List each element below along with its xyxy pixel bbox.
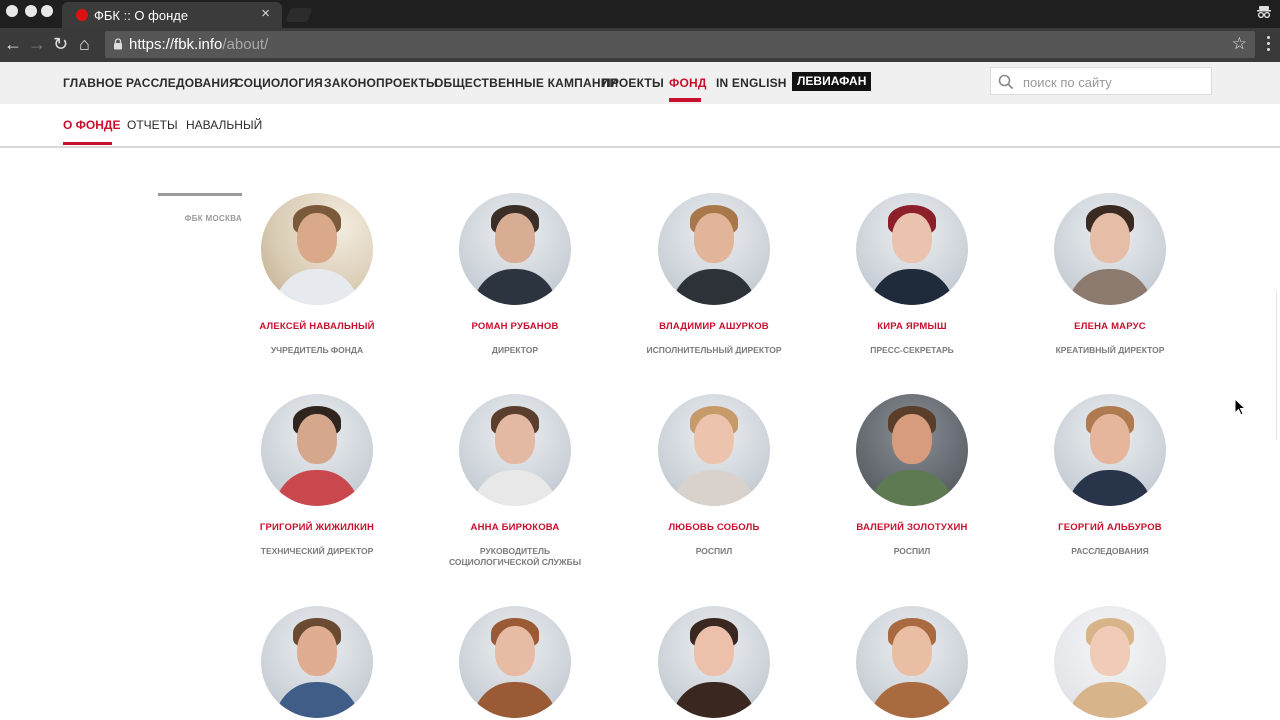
browser-menu-icon[interactable] (1267, 36, 1271, 54)
team-card[interactable]: ВАЛЕРИЙ ЗОЛОТУХИН РОСПИЛ (832, 394, 992, 557)
nav-item-fund[interactable]: ФОНД (669, 76, 707, 90)
nav-item-projects[interactable]: ПРОЕКТЫ (602, 76, 664, 90)
team-card[interactable]: АЛЕКСЕЙ НАВАЛЬНЫЙ УЧРЕДИТЕЛЬ ФОНДА (237, 193, 397, 356)
team-card[interactable]: ГЕОРГИЙ АЛЬБУРОВ РАССЛЕДОВАНИЯ (1030, 394, 1190, 557)
subnav-item-navalny[interactable]: НАВАЛЬНЫЙ (186, 118, 262, 132)
team-card[interactable]: ВЛАДИМИР АШУРКОВ ИСПОЛНИТЕЛЬНЫЙ ДИРЕКТОР (634, 193, 794, 356)
home-icon[interactable]: ⌂ (79, 34, 90, 54)
avatar (459, 193, 571, 305)
member-role: ИСПОЛНИТЕЛЬНЫЙ ДИРЕКТОР (646, 345, 782, 355)
team-card[interactable]: РОМАН РУБАНОВ ДИРЕКТОР (435, 193, 595, 356)
avatar (1054, 606, 1166, 718)
member-name[interactable]: ВАЛЕРИЙ ЗОЛОТУХИН (832, 522, 992, 533)
member-role: УЧРЕДИТЕЛЬ ФОНДА (270, 345, 364, 355)
member-role: РУКОВОДИТЕЛЬ СОЦИОЛОГИЧЕСКОЙ СЛУЖБЫ (448, 546, 582, 567)
avatar (856, 193, 968, 305)
url-path: /about/ (222, 36, 269, 53)
subnav-item-about[interactable]: О ФОНДЕ (63, 118, 120, 132)
incognito-icon (1257, 6, 1271, 19)
team-card[interactable]: КИРА ЯРМЫШ ПРЕСС-СЕКРЕТАРЬ (832, 193, 992, 356)
team-card[interactable] (634, 606, 794, 718)
bookmark-star-icon[interactable]: ☆ (1232, 34, 1247, 54)
address-bar[interactable]: https://fbk.info/about/ ☆ (105, 31, 1255, 58)
member-role: РОСПИЛ (893, 546, 931, 556)
member-name[interactable]: ВЛАДИМИР АШУРКОВ (634, 321, 794, 332)
nav-item-home[interactable]: ГЛАВНОЕ (63, 76, 123, 90)
avatar (1054, 394, 1166, 506)
member-name[interactable]: ГЕОРГИЙ АЛЬБУРОВ (1030, 522, 1190, 533)
avatar (856, 394, 968, 506)
team-card[interactable]: ЛЮБОВЬ СОБОЛЬ РОСПИЛ (634, 394, 794, 557)
team-card[interactable] (435, 606, 595, 718)
tab-title: ФБК :: О фонде (94, 8, 189, 23)
nav-item-bills[interactable]: ЗАКОНОПРОЕКТЫ (324, 76, 438, 90)
team-card[interactable]: АННА БИРЮКОВА РУКОВОДИТЕЛЬ СОЦИОЛОГИЧЕСК… (435, 394, 595, 568)
sidebar-divider (158, 193, 242, 196)
lock-icon (114, 38, 122, 50)
member-name[interactable]: ЕЛЕНА МАРУС (1030, 321, 1190, 332)
member-name[interactable]: АННА БИРЮКОВА (435, 522, 595, 533)
search-icon[interactable] (998, 74, 1014, 90)
nav-item-investigations[interactable]: РАССЛЕДОВАНИЯ (126, 76, 238, 90)
avatar (658, 193, 770, 305)
member-name[interactable]: АЛЕКСЕЙ НАВАЛЬНЫЙ (237, 321, 397, 332)
window-minimize-button[interactable] (25, 5, 37, 17)
sub-nav: О ФОНДЕ ОТЧЕТЫ НАВАЛЬНЫЙ (0, 104, 1280, 148)
url-text: https://fbk.info/about/ (129, 36, 268, 53)
browser-tab[interactable]: ФБК :: О фонде × (62, 2, 282, 28)
member-name[interactable]: ГРИГОРИЙ ЖИЖИЛКИН (237, 522, 397, 533)
team-card[interactable]: ГРИГОРИЙ ЖИЖИЛКИН ТЕХНИЧЕСКИЙ ДИРЕКТОР (237, 394, 397, 557)
subnav-item-reports[interactable]: ОТЧЕТЫ (127, 118, 178, 132)
member-role: ПРЕСС-СЕКРЕТАРЬ (870, 345, 954, 355)
avatar (658, 606, 770, 718)
subnav-active-indicator (63, 142, 112, 145)
favicon-icon (76, 9, 88, 21)
member-name[interactable]: КИРА ЯРМЫШ (832, 321, 992, 332)
nav-item-campaigns[interactable]: ОБЩЕСТВЕННЫЕ КАМПАНИИ (434, 76, 618, 90)
member-role: РОСПИЛ (695, 546, 733, 556)
browser-toolbar: ← → ↻ ⌂ https://fbk.info/about/ ☆ (0, 28, 1280, 62)
avatar (1054, 193, 1166, 305)
member-role: РАССЛЕДОВАНИЯ (1071, 546, 1149, 556)
avatar (261, 394, 373, 506)
member-name[interactable]: ЛЮБОВЬ СОБОЛЬ (634, 522, 794, 533)
scrollbar-track[interactable] (1276, 290, 1277, 440)
tab-close-icon[interactable]: × (261, 5, 270, 22)
nav-active-indicator (669, 98, 701, 102)
mouse-cursor-icon (1234, 398, 1246, 416)
avatar (261, 193, 373, 305)
leviathan-badge-link[interactable]: ЛЕВИАФАН (792, 72, 872, 91)
member-role: ТЕХНИЧЕСКИЙ ДИРЕКТОР (260, 546, 374, 556)
back-icon[interactable]: ← (4, 34, 22, 54)
site-search (990, 67, 1212, 95)
reload-icon[interactable]: ↻ (53, 34, 68, 54)
team-card[interactable] (1030, 606, 1190, 718)
avatar (459, 394, 571, 506)
member-role: ДИРЕКТОР (491, 345, 539, 355)
team-card[interactable] (832, 606, 992, 718)
nav-item-sociology[interactable]: СОЦИОЛОГИЯ (235, 76, 323, 90)
window-maximize-button[interactable] (41, 5, 53, 17)
window-close-button[interactable] (6, 5, 18, 17)
forward-icon[interactable]: → (28, 34, 46, 54)
avatar (856, 606, 968, 718)
url-host: https://fbk.info (129, 36, 223, 53)
avatar (658, 394, 770, 506)
avatar (459, 606, 571, 718)
new-tab-button[interactable] (285, 8, 313, 22)
member-role: КРЕАТИВНЫЙ ДИРЕКТОР (1055, 345, 1165, 355)
avatar (261, 606, 373, 718)
team-card[interactable] (237, 606, 397, 718)
browser-titlebar: ФБК :: О фонде × (0, 0, 1280, 28)
search-input[interactable] (1021, 71, 1205, 93)
nav-item-english[interactable]: IN ENGLISH (716, 76, 787, 90)
member-name[interactable]: РОМАН РУБАНОВ (435, 321, 595, 332)
sidebar-section-label: ФБК МОСКВА (184, 214, 242, 223)
team-card[interactable]: ЕЛЕНА МАРУС КРЕАТИВНЫЙ ДИРЕКТОР (1030, 193, 1190, 356)
